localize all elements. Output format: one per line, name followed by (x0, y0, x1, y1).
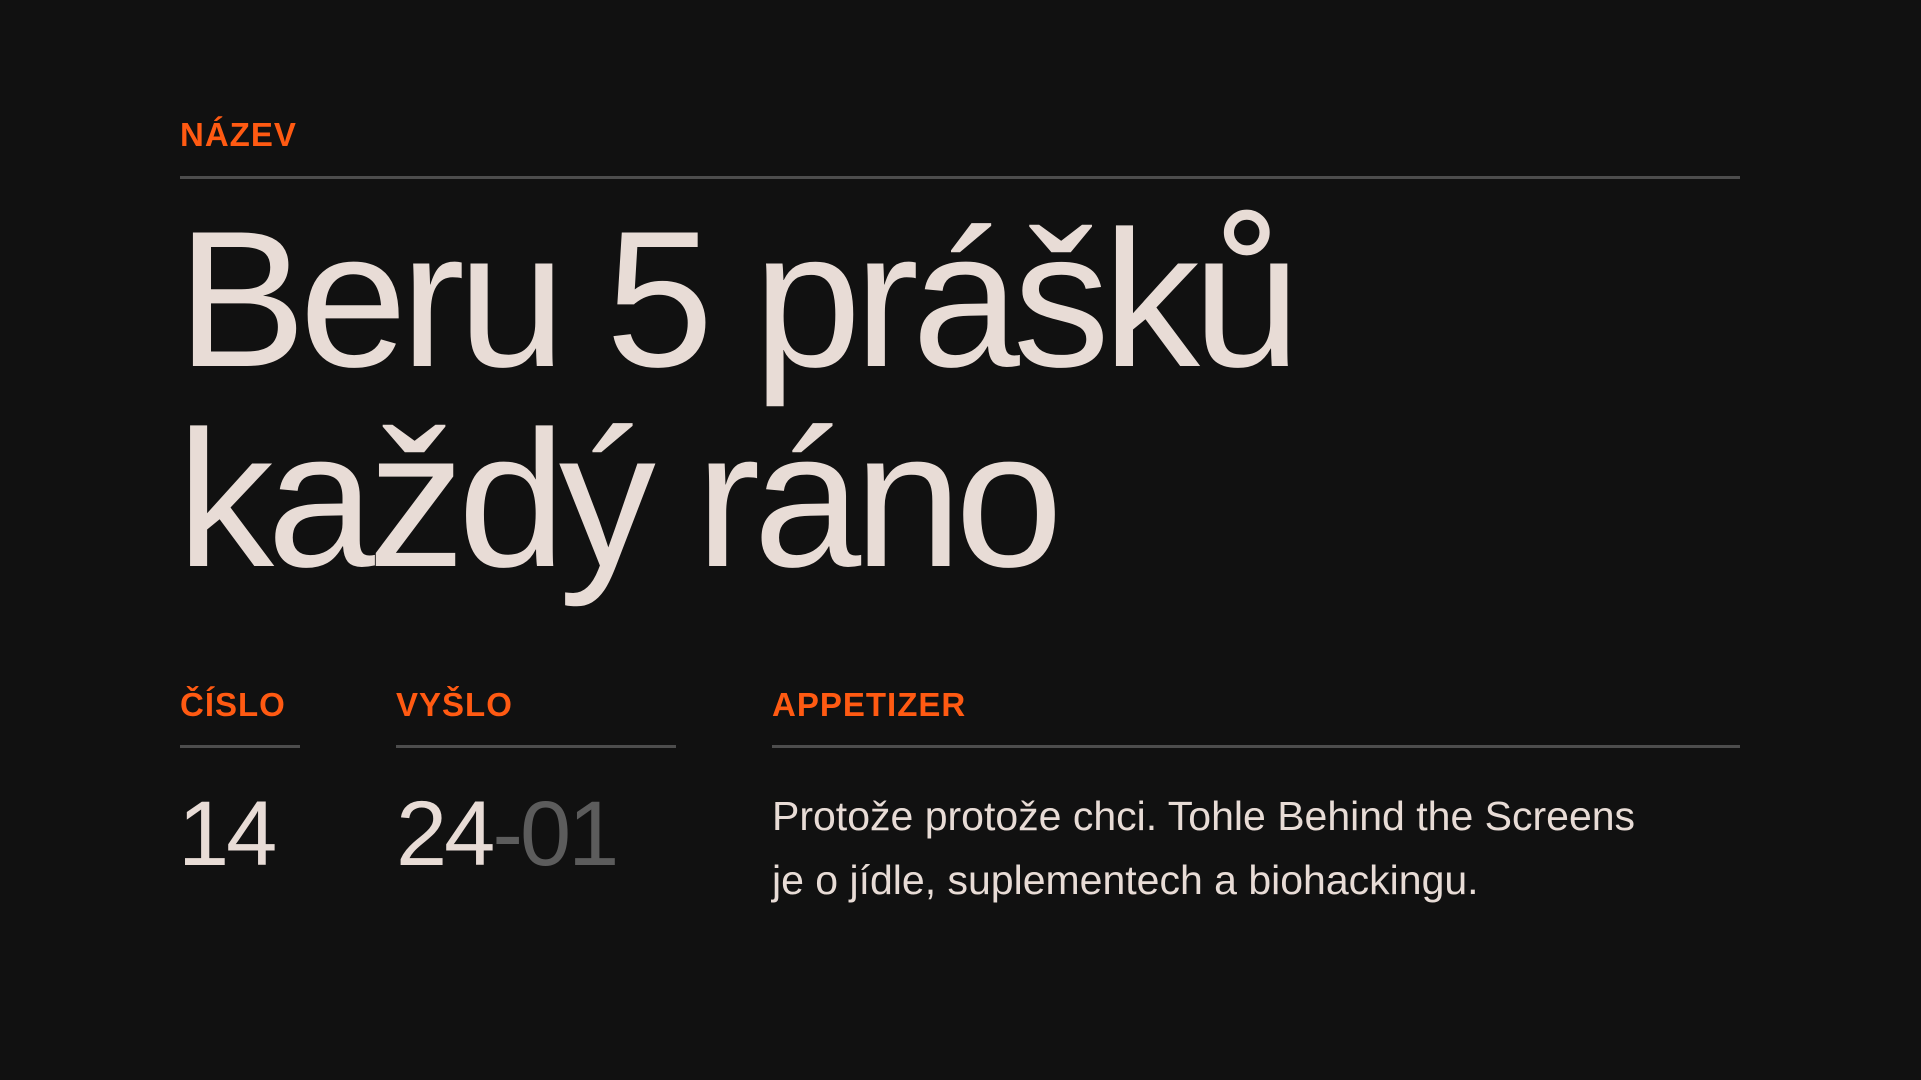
appetizer-divider (772, 745, 1740, 748)
headline-line-1: Beru 5 prášků (177, 191, 1301, 408)
headline-line-2: každý ráno (177, 391, 1063, 608)
issue-number: 14 (178, 783, 277, 885)
issue-label: ČÍSLO (180, 686, 286, 723)
title-divider (180, 176, 1740, 179)
issue-divider (180, 745, 300, 748)
appetizer-text: Protože protože chci. Tohle Behind the S… (772, 784, 1752, 912)
published-label: VYŠLO (396, 686, 513, 723)
appetizer-text-line-2: je o jídle, suplementech a biohackingu. (772, 857, 1479, 903)
published-month: 01 (519, 783, 619, 885)
appetizer-text-line-1: Protože protože chci. Tohle Behind the S… (772, 793, 1636, 839)
published-divider (396, 745, 676, 748)
headline: Beru 5 prášků každý ráno (177, 191, 1301, 608)
published-separator: - (492, 783, 523, 885)
published-year: 24 (396, 783, 495, 885)
title-label: NÁZEV (180, 116, 297, 153)
published-date: 24-01 (396, 783, 619, 885)
appetizer-label: APPETIZER (772, 686, 967, 723)
